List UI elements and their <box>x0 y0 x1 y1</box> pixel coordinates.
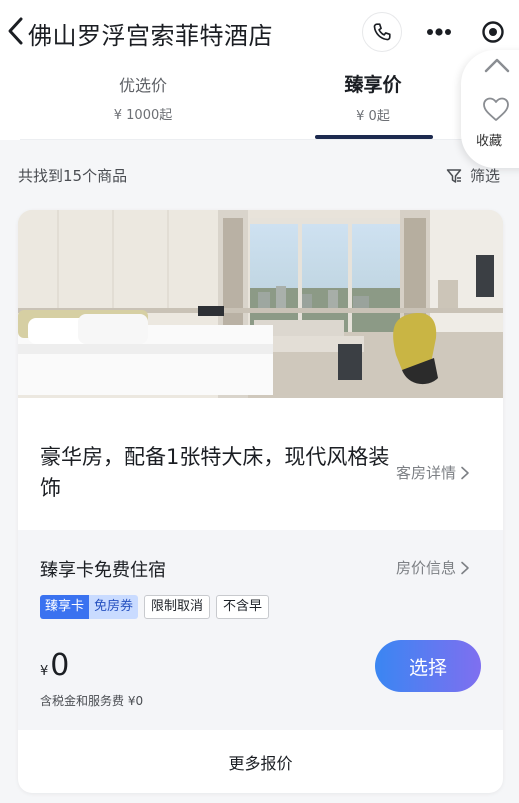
result-bar: 共找到15个商品 筛选 <box>0 140 519 208</box>
back-button[interactable] <box>4 14 28 48</box>
select-button[interactable]: 选择 <box>375 640 481 692</box>
chevron-right-icon <box>461 466 469 479</box>
tab-label: 臻享价 <box>344 74 402 96</box>
membership-tag: 臻享卡 免房券 <box>40 595 139 619</box>
phone-button[interactable] <box>362 12 402 52</box>
result-count: 共找到15个商品 <box>18 167 128 185</box>
rate-title: 臻享卡免费住宿 <box>40 560 166 581</box>
top-nav-bar: 佛山罗浮宫索菲特酒店 <box>0 0 519 64</box>
tab-price: ¥ 0起 <box>356 109 390 124</box>
breakfast-tag: 不含早 <box>216 595 270 619</box>
cancel-policy-tag: 限制取消 <box>144 595 211 619</box>
tab-price: ¥ 1000起 <box>113 108 173 123</box>
page-title: 佛山罗浮宫索菲特酒店 <box>28 22 273 50</box>
rate-info-label: 房价信息 <box>396 559 457 577</box>
room-card: 豪华房，配备1张特大床，现代风格装饰 客房详情 臻享卡免费住宿 房价信息 臻享卡… <box>18 210 503 793</box>
tab-preferred-price[interactable]: 优选价 ¥ 1000起 <box>58 64 228 140</box>
room-name: 豪华房，配备1张特大床，现代风格装饰 <box>40 445 390 500</box>
more-button[interactable] <box>414 12 464 52</box>
tax-note: 含税金和服务费 ¥0 <box>40 694 144 708</box>
heart-icon <box>483 97 509 121</box>
tab-label: 优选价 <box>118 76 167 95</box>
room-photo[interactable] <box>18 210 503 398</box>
filter-icon <box>446 168 462 183</box>
tab-premium-price[interactable]: 臻享价 ¥ 0起 <box>288 64 458 140</box>
room-detail-link[interactable]: 客房详情 <box>396 462 470 483</box>
rate-tags: 臻享卡 免房券 限制取消 不含早 <box>40 595 270 619</box>
filter-button[interactable]: 筛选 <box>446 165 500 186</box>
room-detail-label: 客房详情 <box>396 464 457 482</box>
more-dots-icon <box>427 28 451 36</box>
price-tabs: 优选价 ¥ 1000起 臻享价 ¥ 0起 <box>0 64 519 140</box>
filter-label: 筛选 <box>470 167 501 185</box>
scroll-top-button[interactable] <box>482 52 512 78</box>
membership-tag-label: 臻享卡 <box>40 595 90 619</box>
price: ¥ 0 <box>40 648 69 683</box>
rate-info-link[interactable]: 房价信息 <box>396 557 470 578</box>
currency-symbol: ¥ <box>40 664 49 679</box>
more-quotes-button[interactable]: 更多报价 <box>18 730 503 793</box>
voucher-tag-label: 免房券 <box>89 595 139 619</box>
target-icon <box>482 21 504 43</box>
phone-icon <box>373 23 391 41</box>
chevron-up-icon <box>484 58 510 73</box>
rate-plan: 臻享卡免费住宿 房价信息 臻享卡 免房券 限制取消 不含早 ¥ 0 含税金和服务… <box>18 530 503 730</box>
price-value: 0 <box>50 648 70 683</box>
chevron-left-icon <box>8 17 23 45</box>
close-mini-program-button[interactable] <box>474 12 512 52</box>
favorite-button[interactable] <box>481 95 511 123</box>
mini-program-capsule <box>414 12 512 52</box>
chevron-right-icon <box>461 561 469 574</box>
